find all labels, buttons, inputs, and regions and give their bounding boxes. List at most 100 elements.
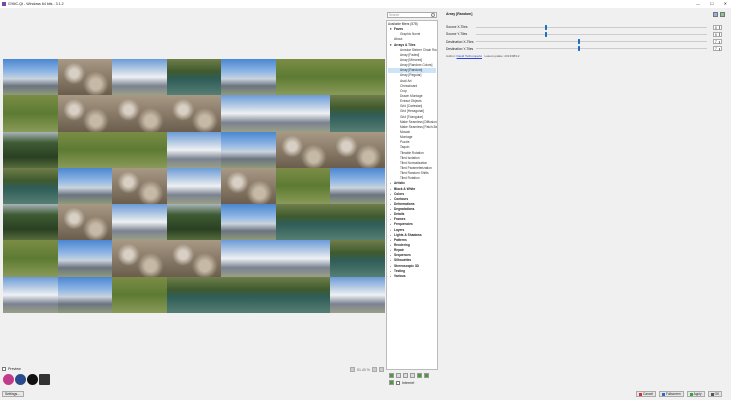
copy-command-icon[interactable]	[713, 12, 718, 17]
search-input[interactable]: Search	[387, 12, 437, 18]
preview-tile	[3, 95, 58, 132]
filter-panel: Search Available filters (578) FavesGrap…	[386, 8, 438, 389]
reset-icon[interactable]	[720, 12, 725, 17]
gmic-logo	[3, 374, 14, 385]
minimize-button[interactable]: —	[696, 1, 700, 6]
zoom-in-button[interactable]	[378, 367, 384, 372]
refresh-icon[interactable]	[389, 380, 394, 385]
preview-tile	[221, 204, 276, 241]
ok-button[interactable]: OK	[707, 391, 723, 397]
preview-tile	[112, 204, 167, 241]
visibility-icon[interactable]	[410, 373, 415, 378]
checkbox-icon	[396, 380, 400, 385]
preview-tile	[166, 131, 222, 168]
zoom-controls: 51.43 %	[350, 367, 384, 372]
preview-tile	[330, 131, 385, 168]
parameter-slider[interactable]	[476, 31, 707, 37]
slider-handle[interactable]	[577, 46, 580, 52]
preview-tile	[112, 59, 167, 96]
filter-tree[interactable]: Available filters (578) FavesGraphic Nov…	[386, 20, 438, 370]
internet-label: Internet	[402, 380, 415, 385]
settings-button[interactable]: Settings...	[2, 391, 24, 397]
preview-tile	[275, 131, 331, 168]
parameter-slider[interactable]	[476, 24, 707, 30]
preview-checkbox[interactable]: Preview	[2, 367, 21, 371]
preview-tile	[275, 59, 331, 96]
update-filters-icon[interactable]	[424, 373, 429, 378]
preview-tile	[57, 95, 113, 132]
preview-tile	[221, 240, 276, 277]
preview-tile	[112, 240, 167, 277]
close-button[interactable]: ✕	[724, 1, 727, 6]
window-title: G'MIC-Qt - Windows 64 bits - 3.1.2	[8, 2, 64, 6]
parameter-slider[interactable]	[476, 46, 707, 52]
zoom-out-button[interactable]	[371, 367, 377, 372]
preview-tile	[166, 204, 222, 241]
preview-image[interactable]	[3, 59, 385, 313]
apply-button[interactable]: Apply	[686, 391, 705, 397]
preview-tile	[3, 240, 58, 277]
preview-tile	[221, 59, 276, 96]
preview-tile	[112, 167, 167, 205]
preview-tile	[275, 240, 331, 277]
parameter-spinbox[interactable]: 5	[713, 31, 722, 37]
parameter-slider[interactable]	[476, 39, 707, 45]
preview-tile	[3, 59, 58, 96]
zoom-value[interactable]: 51.43 %	[357, 368, 370, 372]
parameter-row: Destination Y-Tiles 7	[446, 46, 722, 52]
parameter-label: Source X-Tiles	[446, 25, 468, 29]
greyc-logo	[15, 374, 26, 385]
parameter-spinbox[interactable]: 7	[713, 39, 722, 45]
slider-handle[interactable]	[545, 31, 548, 37]
preview-tile	[166, 95, 222, 132]
logos	[3, 374, 50, 385]
author-link[interactable]: David Tschumperlé	[457, 54, 482, 58]
preview-tile	[112, 276, 167, 313]
preview-tile	[330, 167, 385, 205]
preview-tile	[57, 240, 113, 277]
preview-tile	[330, 276, 385, 313]
latest-update: Latest update: 2013/08/12	[484, 54, 520, 58]
slider-handle[interactable]	[577, 39, 580, 45]
preview-tile	[3, 204, 58, 241]
preview-tile	[3, 276, 58, 313]
add-fave-icon[interactable]	[389, 373, 394, 378]
preview-tile	[330, 240, 385, 277]
preview-tile	[166, 167, 222, 205]
preview-tile	[57, 167, 113, 205]
preview-tile	[330, 204, 385, 241]
parameter-row: Source Y-Tiles 5	[446, 31, 722, 37]
parameter-spinbox[interactable]: 5	[713, 24, 722, 30]
cancel-button[interactable]: Cancel	[636, 391, 656, 397]
parameter-spinbox[interactable]: 7	[713, 46, 722, 52]
internet-checkbox[interactable]: Internet	[389, 380, 414, 385]
preview-tile	[57, 276, 113, 313]
preview-label: Preview	[8, 367, 21, 371]
fullscreen-button[interactable]: Fullscreen	[658, 391, 684, 397]
parameter-label: Source Y-Tiles	[446, 32, 468, 37]
rename-fave-icon[interactable]	[403, 373, 408, 378]
preview-tile	[57, 59, 113, 96]
preview-tile	[57, 131, 113, 168]
parameter-label: Destination X-Tiles	[446, 39, 474, 44]
filter-title: Array [Random]	[446, 12, 473, 16]
author-line: Author: David Tschumperlé Latest update:…	[446, 54, 519, 58]
preview-area[interactable]	[0, 8, 385, 365]
preview-tile	[166, 59, 222, 96]
cnrs-logo	[27, 374, 38, 385]
preview-tile	[275, 204, 331, 241]
slider-handle[interactable]	[545, 24, 548, 30]
preview-tile	[221, 131, 276, 168]
zoom-fit-button[interactable]	[350, 367, 355, 372]
parameter-row: Source X-Tiles 5	[446, 24, 722, 30]
remove-fave-icon[interactable]	[396, 373, 401, 378]
parameter-label: Destination Y-Tiles	[446, 46, 474, 51]
preview-tile	[330, 95, 385, 132]
preview-tile	[221, 167, 276, 205]
filter-category[interactable]: Various	[388, 274, 436, 279]
expand-icon[interactable]	[417, 373, 422, 378]
parameters-panel: Array [Random] Source X-Tiles 5 Source Y-T…	[438, 8, 731, 389]
maximize-button[interactable]: ☐	[710, 1, 714, 6]
preview-tile	[166, 240, 222, 277]
preview-tile	[275, 276, 331, 313]
